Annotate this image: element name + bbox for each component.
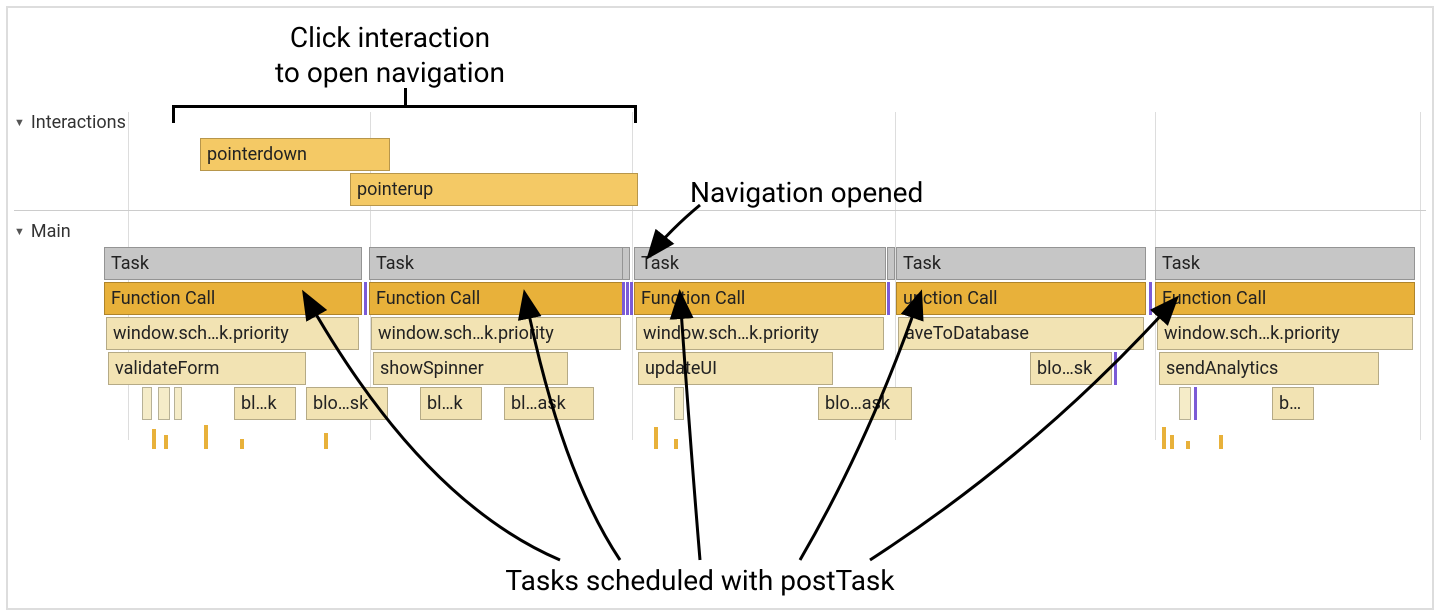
main-track-content: Task Task Task Task Task Function Call F… — [14, 246, 1426, 449]
purple-sliver — [1114, 352, 1117, 385]
sub-block[interactable] — [174, 387, 182, 420]
separator — [14, 210, 1426, 211]
sub-block[interactable] — [674, 387, 684, 420]
spike-icon — [1186, 441, 1190, 449]
task-bar[interactable]: Task — [634, 247, 886, 280]
task-bar[interactable]: Task — [896, 247, 1146, 280]
main-label: Main — [31, 221, 71, 242]
spike-icon — [674, 439, 678, 449]
show-spinner-bar[interactable]: showSpinner — [373, 352, 568, 385]
interaction-pointerup[interactable]: pointerup — [350, 173, 638, 206]
sub-block[interactable] — [1179, 387, 1191, 420]
task-bar[interactable]: Task — [104, 247, 362, 280]
sub-block[interactable]: blo…ask — [818, 387, 912, 420]
spike-icon — [1170, 435, 1174, 449]
sub-block[interactable]: bl…k — [234, 387, 296, 420]
block-bar[interactable]: blo…sk — [1030, 352, 1112, 385]
function-call-bar[interactable]: Function Call — [104, 282, 362, 315]
sub-block[interactable]: blo…sk — [306, 387, 388, 420]
scheduler-priority-bar[interactable]: window.sch…k.priority — [371, 317, 621, 350]
spike-icon — [654, 427, 658, 449]
function-call-bar[interactable]: Function Call — [634, 282, 886, 315]
bracket-stem — [404, 88, 407, 105]
purple-sliver — [887, 282, 890, 315]
validate-form-bar[interactable]: validateForm — [108, 352, 306, 385]
purple-sliver — [626, 282, 629, 315]
sub-block[interactable] — [158, 387, 170, 420]
scheduler-priority-bar[interactable]: window.sch…k.priority — [1157, 317, 1413, 350]
sub-block[interactable]: b… — [1272, 387, 1314, 420]
interaction-pointerdown[interactable]: pointerdown — [200, 138, 390, 171]
task-sliver[interactable] — [887, 247, 895, 280]
function-call-bar[interactable]: Function Call — [1155, 282, 1415, 315]
send-analytics-bar[interactable]: sendAnalytics — [1159, 352, 1379, 385]
tracks-area: ▼ Interactions pointerdown pointerup ▼ M… — [14, 112, 1426, 449]
purple-sliver — [1149, 282, 1152, 315]
interactions-track-header[interactable]: ▼ Interactions — [14, 112, 1426, 133]
main-track-header[interactable]: ▼ Main — [14, 221, 1426, 242]
interactions-track: pointerdown pointerup — [14, 137, 1426, 207]
task-bar[interactable]: Task — [1155, 247, 1415, 280]
purple-sliver — [630, 282, 633, 315]
update-ui-bar[interactable]: updateUI — [638, 352, 833, 385]
interactions-label: Interactions — [31, 112, 126, 133]
function-call-bar[interactable]: unction Call — [896, 282, 1146, 315]
task-bar[interactable]: Task — [369, 247, 624, 280]
purple-sliver — [364, 282, 367, 315]
spike-icon — [240, 439, 244, 449]
scheduler-priority-bar[interactable]: window.sch…k.priority — [636, 317, 884, 350]
purple-sliver — [1194, 387, 1197, 420]
sub-block[interactable] — [142, 387, 152, 420]
task-sliver[interactable] — [622, 247, 630, 280]
spike-icon — [1162, 427, 1166, 449]
function-call-bar[interactable]: Function Call — [369, 282, 624, 315]
bracket-connector — [172, 105, 637, 108]
spike-icon — [324, 433, 328, 449]
spike-icon — [152, 429, 156, 449]
collapse-icon: ▼ — [14, 116, 25, 129]
spike-icon — [164, 435, 168, 449]
save-to-database-bar[interactable]: aveToDatabase — [898, 317, 1144, 350]
spike-icon — [1219, 435, 1223, 449]
spike-icon — [204, 425, 208, 449]
sub-block[interactable]: bl…k — [420, 387, 482, 420]
scheduler-priority-bar[interactable]: window.sch…k.priority — [106, 317, 359, 350]
purple-sliver — [622, 282, 625, 315]
collapse-icon: ▼ — [14, 225, 25, 238]
sub-block[interactable]: bl…ask — [504, 387, 594, 420]
